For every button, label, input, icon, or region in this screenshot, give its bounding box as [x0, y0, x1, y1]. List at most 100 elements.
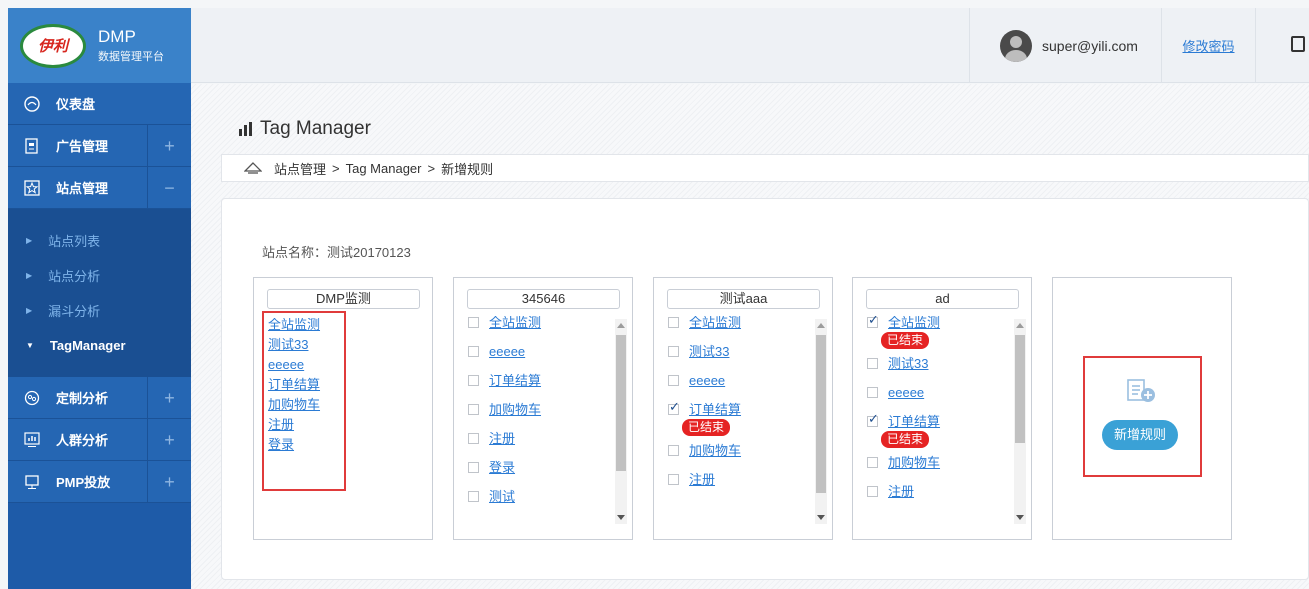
bar-chart-icon	[239, 122, 252, 136]
checkbox[interactable]	[668, 346, 679, 357]
arrow-down-icon: ▼	[26, 341, 34, 350]
logo-text: 伊利	[37, 38, 68, 55]
checkbox[interactable]	[468, 433, 479, 444]
sidebar-item-tagmanager[interactable]: ▼ TagManager	[8, 328, 191, 363]
list-item: 订单结算	[468, 374, 610, 387]
scroll-up-icon[interactable]	[1016, 323, 1024, 328]
submenu-label: 站点分析	[48, 269, 101, 284]
tag-link[interactable]: 测试	[489, 489, 515, 504]
sidebar-item-crowd-analysis[interactable]: 人群分析 +	[8, 419, 191, 461]
checkbox[interactable]	[468, 346, 479, 357]
scrollbar[interactable]	[1014, 319, 1026, 524]
scroll-down-icon[interactable]	[817, 515, 825, 520]
expand-toggle[interactable]: +	[147, 377, 191, 419]
checkbox[interactable]	[468, 375, 479, 386]
checkbox[interactable]	[867, 358, 878, 369]
list-item: 登录	[468, 461, 610, 474]
checkbox[interactable]	[468, 404, 479, 415]
checkbox[interactable]	[668, 375, 679, 386]
sidebar-item-label: 广告管理	[56, 139, 109, 154]
tag-link[interactable]: 注册	[888, 484, 914, 499]
tag-link[interactable]: 测试33	[689, 344, 729, 359]
checkbox[interactable]	[867, 486, 878, 497]
breadcrumb-item[interactable]: 站点管理	[274, 159, 326, 178]
sidebar-item-funnel-analysis[interactable]: ▶ 漏斗分析	[8, 293, 191, 328]
tag-link[interactable]: 订单结算	[489, 373, 541, 388]
change-password-link[interactable]: 修改密码	[1182, 36, 1234, 55]
tag-link[interactable]: 订单结算	[689, 402, 741, 417]
sidebar-item-label: 站点管理	[56, 181, 109, 196]
list-item: 全站监测	[468, 316, 610, 329]
expand-toggle[interactable]: +	[147, 419, 191, 461]
tag-link[interactable]: 订单结算	[888, 414, 940, 429]
sidebar-item-site-analysis[interactable]: ▶ 站点分析	[8, 258, 191, 293]
arrow-right-icon: ▶	[26, 236, 33, 245]
tag-link[interactable]: 加购物车	[489, 402, 541, 417]
sidebar-item-site-management[interactable]: 站点管理 −	[8, 167, 191, 209]
ended-badge: 已结束	[881, 332, 930, 349]
tag-link[interactable]: 注册	[689, 472, 715, 487]
user-menu[interactable]: super@yili.com	[969, 8, 1138, 83]
checkbox-checked[interactable]	[867, 316, 879, 328]
tag-link[interactable]: 全站监测	[689, 316, 741, 330]
list-item: 订单结算已结束	[867, 412, 1009, 448]
checkbox[interactable]	[867, 387, 878, 398]
submenu-label: TagManager	[49, 338, 126, 353]
list-item: 全站监测	[668, 316, 810, 329]
tag-link[interactable]: 加购物车	[888, 455, 940, 470]
sidebar-item-ad-management[interactable]: 广告管理 +	[8, 125, 191, 167]
tag-link[interactable]: eeeee	[888, 385, 924, 400]
sidebar-item-pmp[interactable]: PMP投放 +	[8, 461, 191, 503]
scroll-down-icon[interactable]	[617, 515, 625, 520]
checkbox[interactable]	[468, 491, 479, 502]
tag-link[interactable]: 全站监测	[888, 316, 940, 330]
scrollbar-thumb[interactable]	[816, 335, 826, 493]
expand-toggle[interactable]: +	[147, 461, 191, 503]
tag-link[interactable]: 全站监测	[489, 316, 541, 330]
scrollbar-thumb[interactable]	[616, 335, 626, 471]
site-submenu: ▶ 站点列表 ▶ 站点分析 ▶ 漏斗分析 ▼ TagManager	[8, 209, 191, 377]
scrollbar[interactable]	[615, 319, 627, 524]
card-title: 345646	[467, 289, 620, 309]
tag-link[interactable]: eeeee	[689, 373, 725, 388]
tag-list: 全站监测 测试33 eeeee 订单结算已结束 加购物车 注册	[668, 316, 810, 531]
sidebar-item-custom-analysis[interactable]: 定制分析 +	[8, 377, 191, 419]
tag-link[interactable]: 注册	[489, 431, 515, 446]
brand-header: 伊利 DMP 数据管理平台	[8, 8, 191, 83]
home-icon[interactable]	[243, 162, 263, 174]
checkbox[interactable]	[468, 462, 479, 473]
logout-icon[interactable]	[1291, 36, 1305, 52]
list-item: 测试33	[867, 357, 1009, 370]
tag-link[interactable]: eeeee	[489, 344, 525, 359]
collapse-toggle[interactable]: −	[147, 167, 191, 209]
scroll-up-icon[interactable]	[817, 323, 825, 328]
checkbox-checked[interactable]	[668, 400, 680, 415]
scroll-up-icon[interactable]	[617, 323, 625, 328]
scrollbar[interactable]	[815, 319, 827, 524]
checkbox[interactable]	[668, 474, 679, 485]
list-item: 注册	[468, 432, 610, 445]
main-content: Tag Manager 站点管理 > Tag Manager > 新增规则 站点…	[191, 84, 1309, 589]
list-item: 注册	[867, 485, 1009, 498]
crowd-chart-icon	[22, 430, 42, 450]
scroll-down-icon[interactable]	[1016, 515, 1024, 520]
expand-toggle[interactable]: +	[147, 125, 191, 167]
sidebar-item-dashboard[interactable]: 仪表盘	[8, 83, 191, 125]
checkbox[interactable]	[468, 317, 479, 328]
breadcrumb-item[interactable]: Tag Manager	[346, 161, 422, 176]
ended-badge: 已结束	[682, 419, 731, 436]
checkbox[interactable]	[867, 457, 878, 468]
scrollbar-thumb[interactable]	[1015, 335, 1025, 443]
ended-badge: 已结束	[881, 431, 930, 448]
tag-link[interactable]: 测试33	[888, 356, 928, 371]
checkbox[interactable]	[668, 445, 679, 456]
sidebar-item-site-list[interactable]: ▶ 站点列表	[8, 223, 191, 258]
card-title: DMP监测	[267, 289, 420, 309]
breadcrumb: 站点管理 > Tag Manager > 新增规则	[221, 154, 1309, 182]
breadcrumb-separator: >	[332, 160, 340, 176]
sidebar-item-label: 人群分析	[56, 433, 109, 448]
tag-link[interactable]: 登录	[489, 460, 515, 475]
checkbox[interactable]	[668, 317, 679, 328]
checkbox-checked[interactable]	[867, 412, 879, 427]
tag-link[interactable]: 加购物车	[689, 443, 741, 458]
